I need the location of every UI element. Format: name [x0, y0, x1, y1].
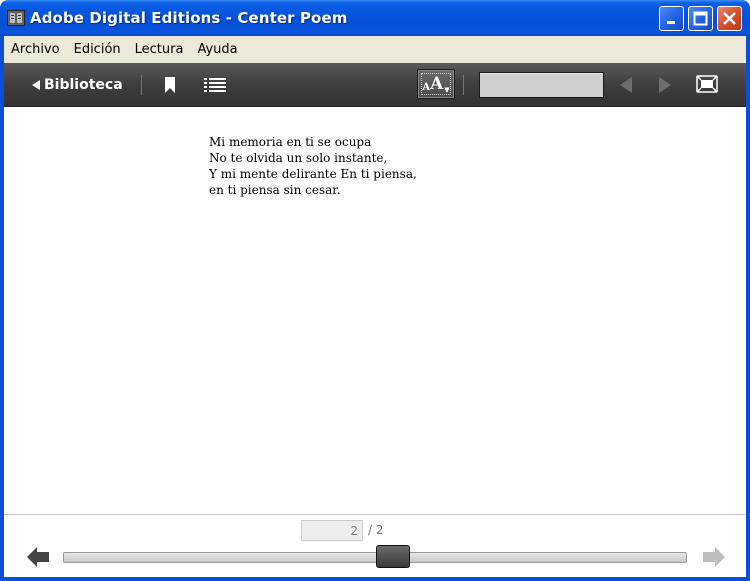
- library-back-label: Biblioteca: [44, 77, 123, 93]
- minimize-button[interactable]: [659, 6, 684, 31]
- app-window: Adobe Digital Editions - Center Poem Arc…: [0, 0, 750, 581]
- page-number-input[interactable]: [301, 520, 363, 541]
- poem-text: Mi memoria en ti se ocupa No te olvida u…: [209, 134, 417, 198]
- dropdown-triangle-icon: ▼: [444, 85, 450, 94]
- maximize-icon: [693, 11, 708, 26]
- maximize-button[interactable]: [688, 6, 713, 31]
- menu-lectura[interactable]: Lectura: [128, 36, 191, 63]
- toolbar-divider: [463, 75, 464, 95]
- app-icon[interactable]: [7, 10, 25, 26]
- fullscreen-icon[interactable]: [696, 75, 718, 93]
- page-total-label: / 2: [368, 523, 384, 537]
- menu-ayuda[interactable]: Ayuda: [190, 36, 244, 63]
- client-area: Archivo Edición Lectura Ayuda Biblioteca: [4, 36, 746, 577]
- poem-line: en ti piensa sin cesar.: [209, 183, 341, 197]
- menu-bar: Archivo Edición Lectura Ayuda: [4, 36, 746, 63]
- menu-edicion[interactable]: Edición: [67, 36, 128, 63]
- window-title: Adobe Digital Editions - Center Poem: [30, 9, 348, 27]
- arrow-right-icon[interactable]: [702, 546, 726, 568]
- search-input[interactable]: [479, 72, 604, 98]
- page-navigation-bar: / 2: [4, 514, 746, 577]
- library-back-button[interactable]: Biblioteca: [32, 75, 123, 95]
- poem-line: Y mi mente delirante En ti piensa,: [209, 167, 417, 181]
- triangle-left-icon[interactable]: [619, 76, 633, 94]
- page-slider-thumb[interactable]: [375, 545, 410, 568]
- triangle-right-icon[interactable]: [658, 76, 672, 94]
- minimize-icon: [667, 21, 675, 24]
- window-bottom-border: [0, 577, 750, 581]
- back-triangle-icon: [32, 80, 40, 90]
- reader-toolbar: Biblioteca A A ▼: [4, 63, 746, 107]
- arrow-left-icon[interactable]: [26, 546, 50, 568]
- reading-page[interactable]: Mi memoria en ti se ocupa No te olvida u…: [4, 108, 746, 514]
- title-bar[interactable]: Adobe Digital Editions - Center Poem: [0, 0, 750, 36]
- font-size-icon: A A ▼: [421, 73, 451, 95]
- bookmark-icon[interactable]: [164, 76, 176, 94]
- close-button[interactable]: [717, 6, 742, 31]
- toolbar-divider: [141, 75, 142, 95]
- close-icon: [723, 12, 736, 25]
- menu-archivo[interactable]: Archivo: [4, 36, 67, 63]
- poem-line: Mi memoria en ti se ocupa: [209, 135, 372, 149]
- font-size-button[interactable]: A A ▼: [417, 69, 455, 99]
- poem-line: No te olvida un solo instante,: [209, 151, 388, 165]
- list-icon[interactable]: [204, 77, 226, 93]
